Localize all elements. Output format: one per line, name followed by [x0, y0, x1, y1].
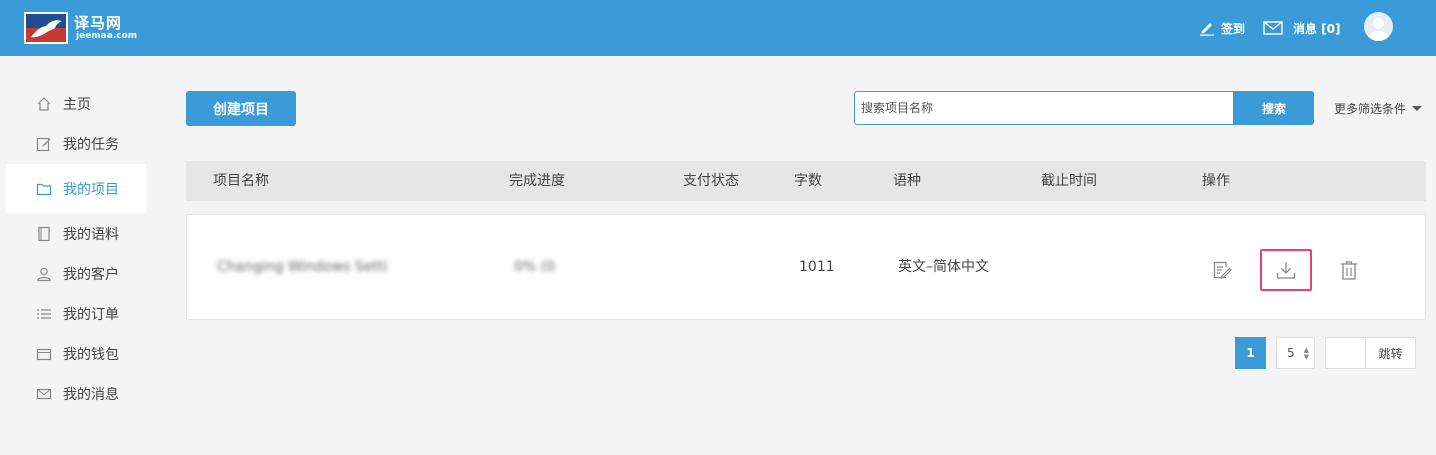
column-header-language: 语种: [893, 173, 921, 189]
mail-icon: [36, 386, 52, 402]
column-header-actions: 操作: [1202, 173, 1230, 189]
site-logo[interactable]: 译马网 jeemaa.com: [24, 12, 139, 44]
sidebar-item-messages[interactable]: 我的消息: [6, 374, 146, 414]
search-button[interactable]: 搜索: [1234, 91, 1314, 125]
more-filters-dropdown[interactable]: 更多筛选条件: [1334, 91, 1423, 125]
page-size-value: 5: [1287, 346, 1295, 360]
sidebar-item-clients[interactable]: 我的客户: [6, 254, 146, 294]
download-button[interactable]: [1260, 249, 1312, 291]
messages-label: 消息 [0]: [1293, 21, 1341, 36]
sidebar-item-tasks[interactable]: 我的任务: [6, 124, 146, 164]
main-content: 创建项目 搜索 更多筛选条件 项目名称 完成进度 支付状态 字数 语种 截止时间…: [156, 56, 1436, 455]
sidebar-item-label: 我的消息: [63, 387, 119, 403]
table-row[interactable]: Changing Windows Setti 0% (0 1011 英文–简体中…: [186, 214, 1426, 320]
sidebar-item-label: 我的语料: [63, 227, 119, 243]
sidebar-item-label: 我的项目: [63, 182, 119, 198]
project-language-pair: 英文–简体中文: [898, 259, 989, 275]
horse-logo-icon: [24, 12, 68, 44]
notebook-icon: [36, 226, 52, 242]
sidebar-item-home[interactable]: 主页: [6, 84, 146, 124]
edit-project-button[interactable]: [1196, 249, 1248, 291]
checkin-button[interactable]: 签到: [1199, 0, 1245, 56]
column-header-payment: 支付状态: [683, 173, 739, 189]
page-size-select[interactable]: 5 ▲ ▼: [1276, 337, 1315, 369]
checkin-label: 签到: [1221, 21, 1246, 36]
sidebar-item-label: 我的客户: [63, 267, 119, 283]
edit-icon: [1213, 261, 1232, 279]
column-header-wordcount: 字数: [794, 173, 822, 189]
delete-button[interactable]: [1323, 249, 1375, 291]
more-filters-label: 更多筛选条件: [1334, 101, 1407, 116]
list-icon: [36, 306, 52, 322]
sidebar-item-corpus[interactable]: 我的语料: [6, 214, 146, 254]
pencil-icon: [1200, 23, 1214, 36]
page-jump-input[interactable]: [1325, 337, 1366, 369]
create-project-button[interactable]: 创建项目: [186, 91, 296, 126]
mail-icon: [1263, 21, 1283, 35]
sidebar-item-label: 我的订单: [63, 307, 119, 323]
select-arrows-icon: ▲ ▼: [1303, 346, 1309, 361]
sidebar-item-label: 主页: [63, 97, 91, 113]
home-icon: [36, 96, 52, 112]
sidebar-item-orders[interactable]: 我的订单: [6, 294, 146, 334]
column-header-deadline: 截止时间: [1041, 173, 1097, 189]
wallet-icon: [36, 346, 52, 362]
messages-button[interactable]: 消息 [0]: [1263, 0, 1341, 56]
table-header: 项目名称 完成进度 支付状态 字数 语种 截止时间 操作: [186, 161, 1426, 201]
pagination-current-page[interactable]: 1: [1235, 337, 1266, 369]
top-header: 译马网 jeemaa.com 签到 消息 [0]: [0, 0, 1436, 56]
trash-icon: [1341, 261, 1357, 280]
project-name[interactable]: Changing Windows Setti: [217, 215, 387, 319]
sidebar-item-label: 我的任务: [63, 137, 119, 153]
brand-url: jeemaa.com: [76, 31, 138, 41]
download-icon: [1276, 262, 1296, 279]
sidebar-item-label: 我的钱包: [63, 347, 119, 363]
sidebar: 主页 我的任务 我的项目 我的语料 我的客户 我的订单 我的钱包 我的消息: [0, 56, 156, 455]
search-input[interactable]: [854, 91, 1234, 125]
column-header-name: 项目名称: [213, 173, 269, 189]
page-jump-button[interactable]: 跳转: [1365, 337, 1416, 369]
sidebar-item-wallet[interactable]: 我的钱包: [6, 334, 146, 374]
chevron-down-icon: [1412, 105, 1423, 111]
column-header-progress: 完成进度: [509, 173, 565, 189]
project-word-count: 1011: [799, 259, 835, 275]
brand-name: 译马网: [74, 14, 123, 32]
project-progress: 0% (0: [514, 259, 556, 275]
user-icon: [36, 266, 52, 282]
folder-icon: [36, 181, 52, 197]
edit-icon: [36, 136, 52, 152]
avatar[interactable]: [1364, 12, 1393, 41]
sidebar-item-projects[interactable]: 我的项目: [6, 164, 146, 214]
